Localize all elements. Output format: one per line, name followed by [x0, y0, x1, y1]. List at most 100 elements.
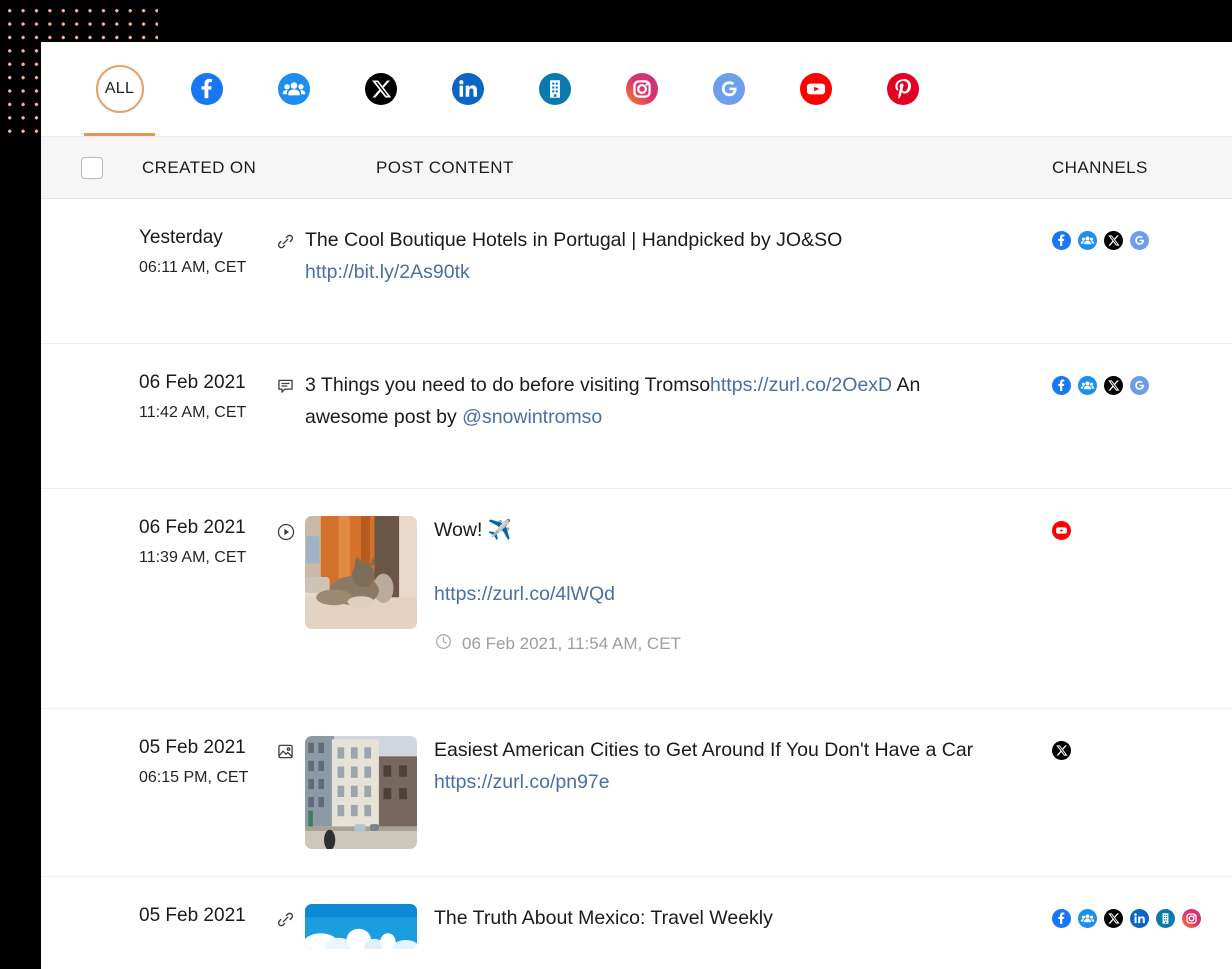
created-on-cell: Yesterday 06:11 AM, CET	[41, 199, 275, 277]
table-row[interactable]: 05 Feb 2021 The Truth About Mexico: Trave…	[41, 877, 1232, 969]
google-icon[interactable]	[1130, 231, 1149, 250]
post-thumbnail[interactable]	[305, 904, 417, 949]
channel-tab-youtube[interactable]	[772, 42, 859, 136]
link-type-icon	[275, 231, 305, 252]
post-text-wrap: Easiest American Cities to Get Around If…	[434, 735, 1040, 799]
post-title: 3 Things you need to do before visiting …	[305, 374, 711, 396]
channel-tab-linkedin[interactable]	[424, 42, 511, 136]
app-panel: ALL CREATED ON POST CONTENT CHANNELS Yes…	[41, 42, 1232, 969]
header-created-on[interactable]: CREATED ON	[142, 158, 376, 178]
channels-cell	[1052, 489, 1232, 540]
table-row[interactable]: 06 Feb 2021 11:42 AM, CET 3 Things you nee…	[41, 344, 1232, 489]
channels-cell	[1052, 709, 1232, 760]
select-all-checkbox[interactable]	[80, 156, 103, 179]
x-icon[interactable]	[364, 73, 397, 105]
post-link[interactable]: https://zurl.co/4lWQd	[434, 583, 615, 605]
x-icon[interactable]	[1104, 376, 1123, 395]
post-title: The Cool Boutique Hotels in Portugal | H…	[305, 229, 843, 251]
scheduled-time: 06 Feb 2021, 11:54 AM, CET	[434, 632, 681, 656]
x-icon[interactable]	[1104, 231, 1123, 250]
post-text: Easiest American Cities to Get Around If…	[434, 735, 1040, 799]
channel-tab-facebook[interactable]	[163, 42, 250, 136]
google-icon[interactable]	[712, 73, 745, 105]
post-thumbnail[interactable]	[305, 516, 417, 629]
header-channels[interactable]: CHANNELS	[1052, 158, 1232, 178]
channel-tab-linkedin-page[interactable]	[511, 42, 598, 136]
fbgroup-icon[interactable]	[277, 73, 310, 105]
pinterest-icon[interactable]	[886, 73, 919, 105]
linkedin-icon[interactable]	[451, 73, 484, 105]
post-date: 05 Feb 2021	[139, 905, 246, 926]
post-content-cell: The Truth About Mexico: Travel Weekly	[275, 877, 1052, 949]
instagram-icon[interactable]	[625, 73, 658, 105]
table-row[interactable]: 05 Feb 2021 06:15 PM, CET Easiest American…	[41, 709, 1232, 877]
post-text: Wow! ✈️ https://zurl.co/4lWQd	[434, 515, 681, 610]
fbgroup-icon[interactable]	[1078, 376, 1097, 395]
channels-cell	[1052, 877, 1232, 928]
x-icon[interactable]	[1104, 909, 1123, 928]
post-text-wrap: The Cool Boutique Hotels in Portugal | H…	[305, 225, 842, 289]
lipage-icon[interactable]	[1156, 909, 1175, 928]
post-time: 11:39 AM, CET	[139, 549, 247, 566]
table-row[interactable]: 06 Feb 2021 11:39 AM, CET Wow! ✈️ https://z…	[41, 489, 1232, 709]
post-text-wrap: Wow! ✈️ https://zurl.co/4lWQd 06 Feb 2021,…	[434, 515, 681, 656]
post-date: 05 Feb 2021	[139, 737, 246, 758]
post-date: 06 Feb 2021	[139, 517, 246, 538]
instagram-icon[interactable]	[1182, 909, 1201, 928]
lipage-icon[interactable]	[538, 73, 571, 105]
post-title: Wow! ✈️	[434, 519, 513, 541]
facebook-icon[interactable]	[190, 73, 223, 105]
channels-cell	[1052, 344, 1232, 395]
post-time: 06:11 AM, CET	[139, 259, 247, 276]
channels-cell	[1052, 199, 1232, 250]
post-date: 06 Feb 2021	[139, 372, 246, 393]
select-all-cell	[41, 156, 142, 179]
link-type-icon	[275, 909, 305, 930]
clock-icon	[434, 632, 453, 656]
channel-tab-x-twitter[interactable]	[337, 42, 424, 136]
fbgroup-icon[interactable]	[1078, 231, 1097, 250]
facebook-icon[interactable]	[1052, 376, 1071, 395]
created-on-cell: 05 Feb 2021 06:15 PM, CET	[41, 709, 275, 787]
post-mention[interactable]: @snowintromso	[462, 406, 602, 428]
post-text-wrap: The Truth About Mexico: Travel Weekly	[434, 903, 773, 935]
channel-tab-google-business[interactable]	[685, 42, 772, 136]
post-time: 06:15 PM, CET	[139, 769, 249, 786]
channel-tab-pinterest[interactable]	[859, 42, 946, 136]
channel-tab-facebook-group[interactable]	[250, 42, 337, 136]
post-time: 11:42 AM, CET	[139, 404, 247, 421]
post-link[interactable]: http://bit.ly/2As90tk	[305, 261, 470, 283]
created-on-cell: 06 Feb 2021 11:42 AM, CET	[41, 344, 275, 422]
facebook-icon[interactable]	[1052, 909, 1071, 928]
post-content-cell: The Cool Boutique Hotels in Portugal | H…	[275, 199, 1052, 289]
x-icon[interactable]	[1052, 741, 1071, 760]
facebook-icon[interactable]	[1052, 231, 1071, 250]
scheduled-time-label: 06 Feb 2021, 11:54 AM, CET	[462, 634, 681, 654]
post-title: The Truth About Mexico: Travel Weekly	[434, 907, 773, 929]
created-on-cell: 05 Feb 2021	[41, 877, 275, 927]
post-date: Yesterday	[139, 227, 223, 248]
post-list: Yesterday 06:11 AM, CET The Cool Boutique …	[41, 199, 1232, 969]
post-title: Easiest American Cities to Get Around If…	[434, 739, 974, 761]
table-header-row: CREATED ON POST CONTENT CHANNELS	[41, 136, 1232, 199]
linkedin-icon[interactable]	[1130, 909, 1149, 928]
video-type-icon	[275, 521, 305, 543]
google-icon[interactable]	[1130, 376, 1149, 395]
channel-tab-instagram[interactable]	[598, 42, 685, 136]
channel-tab-all[interactable]: ALL	[76, 42, 163, 136]
post-link[interactable]: https://zurl.co/pn97e	[434, 771, 610, 793]
fbgroup-icon[interactable]	[1078, 909, 1097, 928]
header-post-content[interactable]: POST CONTENT	[376, 158, 1052, 178]
image-type-icon	[275, 741, 305, 762]
channel-filter-tabs: ALL	[41, 42, 1232, 136]
post-link[interactable]: https://zurl.co/2OexD	[710, 374, 892, 396]
post-text: 3 Things you need to do before visiting …	[305, 370, 945, 434]
post-content-cell: 3 Things you need to do before visiting …	[275, 344, 1052, 434]
youtube-icon[interactable]	[799, 73, 832, 105]
post-content-cell: Wow! ✈️ https://zurl.co/4lWQd 06 Feb 2021,…	[275, 489, 1052, 656]
table-row[interactable]: Yesterday 06:11 AM, CET The Cool Boutique …	[41, 199, 1232, 344]
post-thumbnail[interactable]	[305, 736, 417, 849]
created-on-cell: 06 Feb 2021 11:39 AM, CET	[41, 489, 275, 567]
youtube-icon[interactable]	[1052, 521, 1071, 540]
text-type-icon	[275, 376, 305, 397]
